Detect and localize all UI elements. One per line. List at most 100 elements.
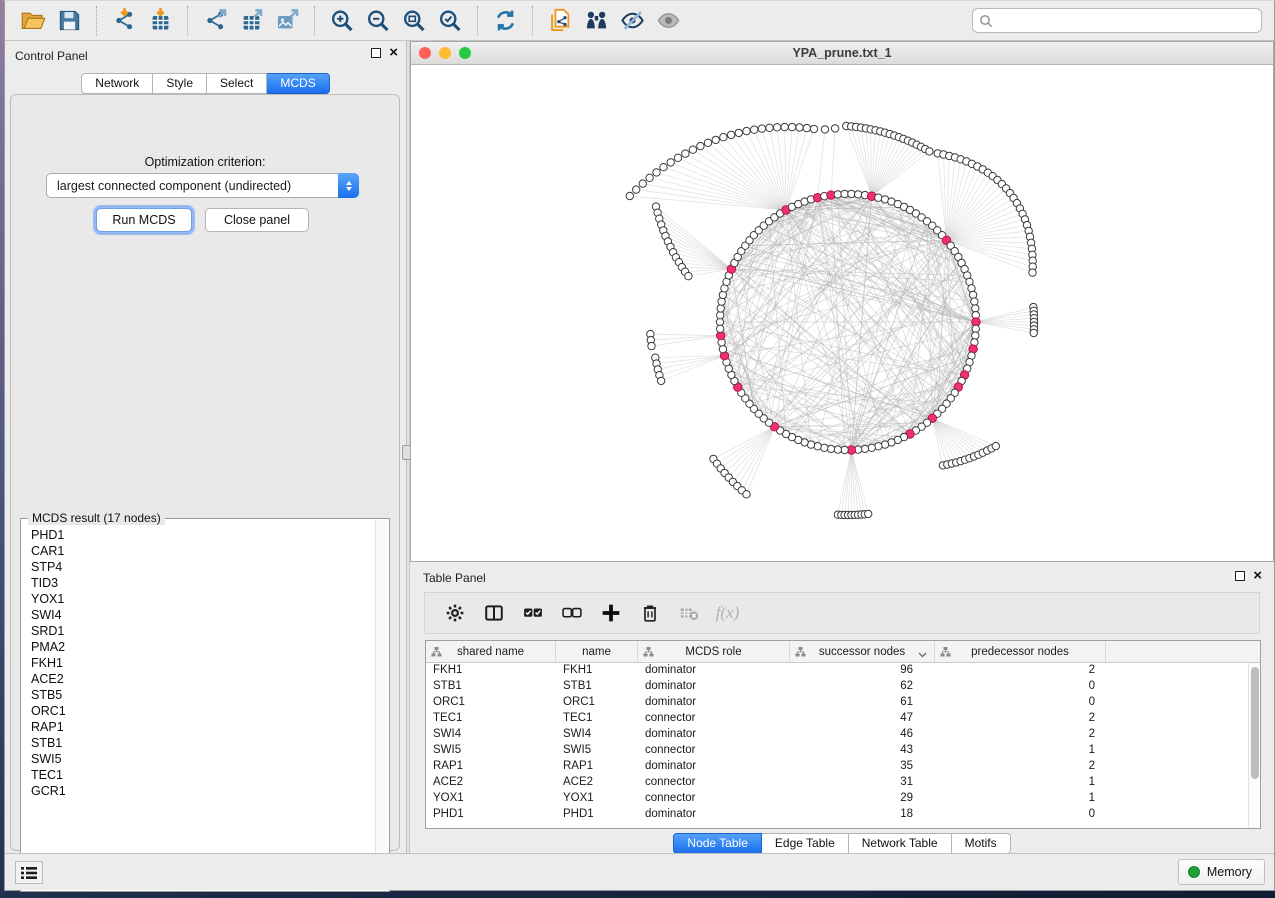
tab-motifs[interactable]: Motifs <box>952 833 1011 854</box>
search-input[interactable] <box>993 9 1255 32</box>
mcds-result-item[interactable]: ORC1 <box>31 703 373 719</box>
mcds-result-item[interactable]: CAR1 <box>31 543 373 559</box>
optimization-criterion-select[interactable]: largest connected component (undirected) <box>46 173 359 198</box>
graph-node[interactable] <box>639 180 646 187</box>
mcds-result-item[interactable]: STP4 <box>31 559 373 575</box>
table-scrollbar-thumb[interactable] <box>1251 667 1259 779</box>
graph-node[interactable] <box>717 312 724 319</box>
graph-node[interactable] <box>689 146 696 153</box>
graph-node[interactable] <box>841 446 848 453</box>
graph-node[interactable] <box>667 159 674 166</box>
graph-node[interactable] <box>646 174 653 181</box>
network-graph[interactable] <box>411 65 1275 561</box>
column-header-predecessor-nodes[interactable]: predecessor nodes <box>935 641 1106 662</box>
graph-node[interactable] <box>788 123 795 130</box>
open-file-button[interactable] <box>15 5 51 37</box>
export-image-button[interactable] <box>269 5 305 37</box>
close-table-panel-icon[interactable]: × <box>1253 571 1262 581</box>
graph-node[interactable] <box>992 442 999 449</box>
memory-button[interactable]: Memory <box>1178 859 1265 885</box>
graph-node[interactable] <box>827 445 834 452</box>
run-mcds-button[interactable]: Run MCDS <box>96 208 192 232</box>
mcds-result-item[interactable]: PMA2 <box>31 639 373 655</box>
graph-node[interactable] <box>865 510 872 517</box>
table-row[interactable]: PHD1PHD1dominator180 <box>426 807 1260 823</box>
graph-node[interactable] <box>766 124 773 131</box>
mcds-result-item[interactable]: YOX1 <box>31 591 373 607</box>
close-panel-button[interactable]: Close panel <box>205 208 309 232</box>
graph-node[interactable] <box>855 191 862 198</box>
zoom-fit-button[interactable] <box>396 5 432 37</box>
tab-style[interactable]: Style <box>153 73 207 94</box>
graph-node[interactable] <box>1030 329 1037 336</box>
graph-node[interactable] <box>875 443 882 450</box>
table-row[interactable]: STB1STB1dominator620 <box>426 679 1260 695</box>
graph-node[interactable] <box>796 124 803 131</box>
graph-node[interactable] <box>697 142 704 149</box>
graph-node[interactable] <box>861 445 868 452</box>
column-header-MCDS-role[interactable]: MCDS role <box>638 641 790 662</box>
mcds-result-item[interactable]: SWI5 <box>31 751 373 767</box>
table-row[interactable]: TEC1TEC1connector472 <box>426 711 1260 727</box>
graph-node[interactable] <box>831 125 838 132</box>
mcds-result-list[interactable]: PHD1CAR1STP4TID3YOX1SWI4SRD1PMA2FKH1ACE2… <box>31 527 373 887</box>
network-window-titlebar[interactable]: YPA_prune.txt_1 <box>411 42 1273 65</box>
graph-node[interactable] <box>971 298 978 305</box>
mcds-result-item[interactable]: SRD1 <box>31 623 373 639</box>
column-header-name[interactable]: name <box>556 641 638 662</box>
select-all-button[interactable] <box>513 595 552 631</box>
graph-node[interactable] <box>926 148 933 155</box>
table-row[interactable]: FKH1FKH1dominator962 <box>426 663 1260 679</box>
graph-node[interactable] <box>848 190 855 197</box>
tab-mcds[interactable]: MCDS <box>267 73 329 94</box>
mcds-result-item[interactable]: SWI4 <box>31 607 373 623</box>
import-network-button[interactable] <box>106 5 142 37</box>
graph-node[interactable] <box>803 124 810 131</box>
tab-network-table[interactable]: Network Table <box>849 833 952 854</box>
float-table-panel-icon[interactable] <box>1235 571 1245 581</box>
table-row[interactable]: ACE2ACE2connector311 <box>426 775 1260 791</box>
refresh-layout-button[interactable] <box>487 5 523 37</box>
graph-node[interactable] <box>648 342 655 349</box>
graph-node[interactable] <box>685 273 692 280</box>
mcds-result-item[interactable]: ACE2 <box>31 671 373 687</box>
graph-node[interactable] <box>716 318 723 325</box>
graph-node[interactable] <box>773 124 780 131</box>
import-table-button[interactable] <box>142 5 178 37</box>
zoom-selected-button[interactable] <box>432 5 468 37</box>
mcds-result-item[interactable]: RAP1 <box>31 719 373 735</box>
graph-node[interactable] <box>720 134 727 141</box>
mcds-result-item[interactable]: TID3 <box>31 575 373 591</box>
zoom-in-button[interactable] <box>324 5 360 37</box>
table-row[interactable]: ORC1ORC1dominator610 <box>426 695 1260 711</box>
export-network-button[interactable] <box>197 5 233 37</box>
table-row[interactable]: SWI4SWI4dominator462 <box>426 727 1260 743</box>
graph-node[interactable] <box>682 150 689 157</box>
mcds-result-item[interactable]: STB5 <box>31 687 373 703</box>
table-row[interactable]: YOX1YOX1connector291 <box>426 791 1260 807</box>
graph-node[interactable] <box>834 446 841 453</box>
graph-node[interactable] <box>653 169 660 176</box>
graph-node[interactable] <box>727 131 734 138</box>
network-canvas[interactable] <box>411 65 1273 561</box>
graph-node[interactable] <box>821 126 828 133</box>
graph-node[interactable] <box>751 126 758 133</box>
export-table-button[interactable] <box>233 5 269 37</box>
tab-select[interactable]: Select <box>207 73 267 94</box>
graph-node[interactable] <box>841 190 848 197</box>
graph-node[interactable] <box>718 298 725 305</box>
graph-node[interactable] <box>972 305 979 312</box>
automation-panel-button[interactable] <box>15 861 43 884</box>
graph-node[interactable] <box>717 305 724 312</box>
new-network-from-selection-button[interactable] <box>542 5 578 37</box>
table-settings-button[interactable] <box>435 595 474 631</box>
table-row[interactable]: RAP1RAP1dominator352 <box>426 759 1260 775</box>
search-box[interactable] <box>972 8 1262 33</box>
hide-selected-button[interactable] <box>614 5 650 37</box>
graph-node[interactable] <box>743 127 750 134</box>
graph-node[interactable] <box>660 164 667 171</box>
table-row[interactable]: SWI5SWI5connector431 <box>426 743 1260 759</box>
save-button[interactable] <box>51 5 87 37</box>
tab-node-table[interactable]: Node Table <box>673 833 762 854</box>
first-neighbors-button[interactable] <box>578 5 614 37</box>
